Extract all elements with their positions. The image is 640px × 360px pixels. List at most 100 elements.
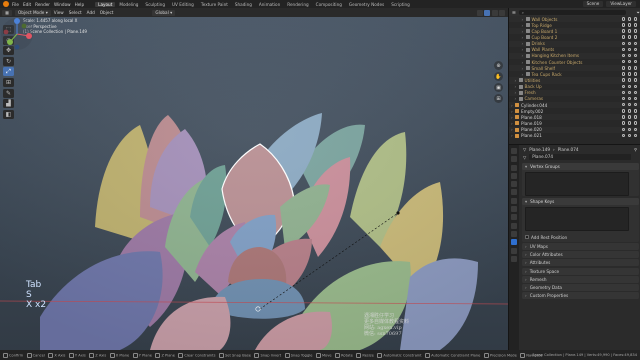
expand-arrow-icon[interactable]: ›	[522, 41, 526, 46]
menu-item[interactable]: Help	[75, 2, 85, 7]
camera-icon[interactable]	[633, 23, 637, 27]
workspace-tab[interactable]: Texture Paint	[198, 2, 231, 7]
collapsed-panel-header[interactable]: › Texture Space	[522, 267, 639, 275]
material-shading-button[interactable]	[491, 9, 498, 16]
object-tab-icon[interactable]	[511, 197, 517, 204]
breadcrumb-object[interactable]: Plane.149	[529, 147, 550, 152]
mesh-datablock-icon[interactable]: ▽	[523, 155, 526, 160]
particles-tab-icon[interactable]	[511, 214, 517, 221]
viewport-menu-item[interactable]: Select	[69, 10, 82, 15]
expand-arrow-icon[interactable]: ›	[515, 96, 519, 101]
collapsed-panel-header[interactable]: › Custom Properties	[522, 292, 639, 300]
mesh-datablock-field[interactable]: Plane.074	[529, 154, 631, 160]
eye-icon[interactable]	[627, 35, 631, 39]
render-tab-icon[interactable]	[511, 156, 517, 163]
camera-icon[interactable]	[633, 35, 637, 39]
rotate-tool-icon[interactable]: ↻	[3, 56, 14, 66]
checkbox-icon[interactable]	[621, 53, 625, 58]
shape-keys-list[interactable]	[525, 206, 629, 231]
checkbox-icon[interactable]	[621, 102, 625, 107]
mesh-data-tab-icon[interactable]	[511, 239, 517, 246]
outliner-row[interactable]: › Plane.021	[509, 133, 640, 139]
breadcrumb-mesh[interactable]: Plane.074	[558, 147, 579, 152]
view-layer-tab-icon[interactable]	[511, 172, 517, 179]
pan-hand-icon[interactable]: ✋	[494, 72, 503, 81]
measure-tool-icon[interactable]: ▟	[3, 99, 14, 109]
add-rest-position-checkbox[interactable]	[525, 235, 529, 239]
collapsed-panel-header[interactable]: › Remesh	[522, 275, 639, 283]
camera-icon[interactable]	[633, 66, 637, 70]
annotate-tool-icon[interactable]: ✎	[3, 88, 14, 98]
checkbox-icon[interactable]	[621, 72, 625, 76]
checkbox-icon[interactable]	[621, 78, 625, 82]
expand-arrow-icon[interactable]: ›	[515, 78, 519, 83]
eye-icon[interactable]	[627, 23, 631, 27]
viewport-menu-item[interactable]: Object	[100, 10, 114, 15]
expand-arrow-icon[interactable]: ›	[522, 35, 526, 40]
camera-icon[interactable]	[633, 53, 637, 58]
checkbox-icon[interactable]	[621, 115, 625, 119]
constraints-tab-icon[interactable]	[511, 230, 517, 237]
texture-tab-icon[interactable]	[511, 255, 517, 262]
vertex-groups-header[interactable]: ▾ Vertex Groups	[522, 162, 639, 170]
eye-icon[interactable]	[627, 90, 631, 95]
eye-icon[interactable]	[627, 121, 631, 125]
workspace-tab[interactable]: Modeling	[116, 2, 141, 7]
filter-icon[interactable]: ⏷	[637, 10, 640, 15]
workspace-tab[interactable]: Shading	[232, 2, 255, 7]
checkbox-icon[interactable]	[621, 121, 625, 125]
expand-arrow-icon[interactable]: ›	[522, 72, 526, 77]
expand-arrow-icon[interactable]: ›	[515, 84, 519, 89]
collapsed-panel-header[interactable]: › Attributes	[522, 259, 639, 267]
camera-icon[interactable]	[633, 47, 637, 52]
eye-icon[interactable]	[627, 133, 631, 138]
zoom-icon[interactable]: ⊕	[494, 61, 503, 70]
eye-icon[interactable]	[627, 53, 631, 58]
expand-arrow-icon[interactable]: ›	[522, 23, 526, 28]
vertex-groups-list[interactable]	[525, 171, 629, 196]
camera-icon[interactable]	[633, 121, 637, 125]
collapsed-panel-header[interactable]: › UV Maps	[522, 243, 639, 250]
solid-shading-button[interactable]	[484, 9, 490, 16]
eye-icon[interactable]	[627, 96, 631, 101]
expand-arrow-icon[interactable]: ›	[515, 90, 519, 95]
tool-tab-icon[interactable]	[511, 148, 517, 154]
eye-icon[interactable]	[627, 47, 631, 52]
camera-view-icon[interactable]: ▣	[494, 83, 503, 92]
eye-icon[interactable]	[627, 115, 631, 119]
camera-icon[interactable]	[633, 78, 637, 82]
workspace-tab[interactable]: Layout	[95, 1, 116, 7]
checkbox-icon[interactable]	[621, 17, 625, 21]
workspace-tab[interactable]: Rendering	[284, 2, 311, 7]
checkbox-icon[interactable]	[621, 90, 625, 95]
expand-arrow-icon[interactable]: ›	[522, 53, 526, 58]
workspace-tab[interactable]: Sculpting	[142, 2, 168, 7]
succulent-model[interactable]	[0, 17, 508, 350]
menu-item[interactable]: Edit	[23, 2, 31, 7]
checkbox-icon[interactable]	[621, 127, 625, 132]
expand-arrow-icon[interactable]: ›	[522, 29, 526, 34]
viewport-menu-item[interactable]: Add	[87, 10, 95, 15]
checkbox-icon[interactable]	[621, 29, 625, 33]
eye-icon[interactable]	[627, 78, 631, 82]
camera-icon[interactable]	[633, 59, 637, 64]
eye-icon[interactable]	[627, 66, 631, 70]
scene-tab-icon[interactable]	[511, 181, 517, 188]
transform-orientation-dropdown[interactable]: Global ▾	[152, 9, 176, 16]
eye-icon[interactable]	[627, 41, 631, 46]
checkbox-icon[interactable]	[621, 47, 625, 52]
eye-icon[interactable]	[627, 17, 631, 21]
scene-selector[interactable]: Scene	[582, 1, 604, 7]
3d-viewport[interactable]: Scale: 1.4457 along local X User Perspec…	[0, 17, 508, 350]
checkbox-icon[interactable]	[621, 96, 625, 101]
checkbox-icon[interactable]	[621, 41, 625, 46]
workspace-tab[interactable]: UV Editing	[169, 2, 197, 7]
view-layer-selector[interactable]: ViewLayer	[606, 1, 636, 7]
expand-arrow-icon[interactable]: ›	[522, 17, 526, 22]
checkbox-icon[interactable]	[621, 23, 625, 27]
eye-icon[interactable]	[627, 84, 631, 89]
editor-type-dropdown[interactable]: ▦	[2, 9, 12, 16]
camera-icon[interactable]	[633, 72, 637, 76]
collapsed-panel-header[interactable]: › Geometry Data	[522, 283, 639, 291]
eye-icon[interactable]	[627, 72, 631, 76]
